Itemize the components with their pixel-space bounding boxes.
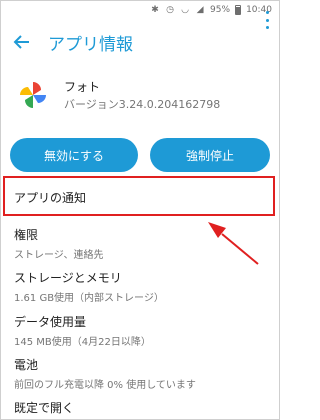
- app-version: バージョン3.24.0.204162798: [64, 98, 221, 111]
- list-item-subtitle: 前回のフル充電以降 0% 使用しています: [14, 380, 196, 391]
- list-item-title: 権限: [14, 228, 39, 242]
- list-item-open-by-default[interactable]: 既定で開く: [0, 399, 280, 416]
- list-item-title: ストレージとメモリ: [14, 271, 122, 285]
- list-item-subtitle: 145 MB使用（4月22日以降）: [14, 337, 151, 348]
- bluetooth-icon: ✱: [151, 5, 159, 15]
- back-arrow-icon[interactable]: [12, 32, 32, 52]
- list-item-battery[interactable]: 電池 前回のフル充電以降 0% 使用しています: [0, 356, 280, 391]
- more-options-icon[interactable]: [264, 11, 270, 29]
- wifi-icon: ◡: [181, 5, 189, 15]
- list-item-title: 電池: [14, 358, 39, 372]
- app-header: フォト バージョン3.24.0.204162798: [0, 72, 280, 120]
- list-item-title: 既定で開く: [14, 401, 75, 415]
- app-bar: アプリ情報: [0, 22, 280, 62]
- battery-percent: 95%: [210, 5, 231, 15]
- disable-button[interactable]: 無効にする: [10, 138, 138, 172]
- list-item-storage[interactable]: ストレージとメモリ 1.61 GB使用（内部ストレージ）: [0, 269, 280, 304]
- list-item-subtitle: 1.61 GB使用（内部ストレージ）: [14, 293, 164, 304]
- list-item-title: データ使用量: [14, 315, 87, 329]
- signal-icon: ◢: [196, 5, 204, 15]
- app-name: フォト: [64, 80, 101, 94]
- photos-app-icon: [20, 82, 46, 108]
- list-item-data-usage[interactable]: データ使用量 145 MB使用（4月22日以降）: [0, 313, 280, 348]
- battery-icon: [235, 5, 242, 15]
- status-bar: ✱ ◷ ◡ ◢ 95% 10:40: [0, 0, 280, 20]
- force-stop-button[interactable]: 強制停止: [150, 138, 270, 172]
- page-title: アプリ情報: [48, 34, 133, 55]
- list-item-subtitle: ストレージ、連絡先: [14, 250, 104, 261]
- alarm-icon: ◷: [166, 5, 174, 15]
- list-item-permissions[interactable]: 権限 ストレージ、連絡先: [0, 226, 280, 261]
- highlight-box: [3, 176, 275, 216]
